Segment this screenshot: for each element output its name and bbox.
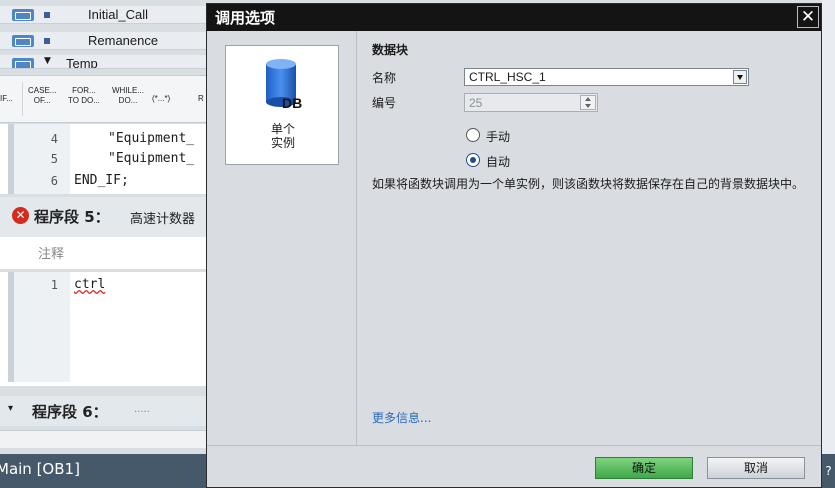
tag-icon xyxy=(12,58,34,68)
interface-row-remanence[interactable]: Remanence xyxy=(0,32,210,50)
error-icon: ✕ xyxy=(12,207,29,224)
code-editor-lower[interactable]: 1 ctrl xyxy=(0,272,210,386)
tag-icon xyxy=(12,9,34,21)
interface-row-initial-call[interactable]: Initial_Call xyxy=(0,6,210,24)
interface-row-label: Remanence xyxy=(88,33,159,48)
comment-placeholder: 注释 xyxy=(38,247,65,262)
number-label: 编号 xyxy=(372,96,397,110)
name-value: CTRL_HSC_1 xyxy=(469,70,546,84)
radio-auto-label[interactable]: 自动 xyxy=(486,153,510,170)
line-number: 1 xyxy=(50,278,58,292)
network-header-6[interactable]: ▾ 程序段 6： ..... xyxy=(0,396,210,426)
keyword-while[interactable]: WHILE... DO... xyxy=(112,86,144,106)
code-line: "Equipment_ xyxy=(108,151,195,166)
bullet-icon xyxy=(44,38,50,44)
keyword-for[interactable]: FOR... TO DO... xyxy=(68,86,100,106)
keyword-if[interactable]: IF... xyxy=(0,94,13,104)
network-name: 高速计数器 xyxy=(130,212,196,227)
interface-row-label: Temp xyxy=(66,56,98,69)
more-info-link[interactable]: 更多信息... xyxy=(372,409,431,426)
collapse-arrow-icon[interactable]: ▾ xyxy=(8,403,13,414)
radio-auto[interactable] xyxy=(466,153,480,167)
code-editor-upper[interactable]: 4 5 6 "Equipment_ "Equipment_ END_IF; xyxy=(0,124,210,194)
chevron-down-icon[interactable] xyxy=(733,70,747,84)
call-options-dialog: 调用选项 ✕ DB 单个 实例 数据块 名称 CTRL_HSC_1 编号 25 … xyxy=(206,3,822,488)
network-header-5[interactable]: ✕ 程序段 5： 高速计数器 xyxy=(0,197,210,237)
keyword-comment[interactable]: (*...*) xyxy=(152,94,170,104)
cancel-button[interactable]: 取消 xyxy=(707,457,805,479)
section-title: 数据块 xyxy=(372,43,409,57)
name-combobox[interactable]: CTRL_HSC_1 xyxy=(464,68,749,86)
network-title: 程序段 5： xyxy=(34,208,110,226)
divider xyxy=(22,82,23,116)
tag-icon xyxy=(12,35,34,47)
network-name: ..... xyxy=(134,404,150,415)
data-block-settings: 数据块 名称 CTRL_HSC_1 编号 25 手动 自动 如果将函数块调用为一… xyxy=(358,31,821,445)
name-label: 名称 xyxy=(372,71,397,85)
keyword-case[interactable]: CASE... OF... xyxy=(28,86,56,106)
database-icon: DB xyxy=(266,59,302,110)
editor-tab-bar[interactable]: Main [OB1] xyxy=(0,454,210,488)
scl-keyword-toolbar: IF... CASE... OF... FOR... TO DO... WHIL… xyxy=(0,75,210,123)
expand-arrow-icon[interactable]: ▼ xyxy=(44,56,51,66)
db-icon-text: DB xyxy=(282,95,302,110)
dialog-footer: 确定 取消 xyxy=(207,445,821,487)
network-comment[interactable]: 注释 xyxy=(0,237,210,269)
horizontal-scrollbar[interactable] xyxy=(0,430,210,448)
number-value: 25 xyxy=(469,96,483,110)
call-type-panel: DB 单个 实例 xyxy=(207,31,357,445)
ok-button[interactable]: 确定 xyxy=(595,457,693,479)
code-line: END_IF; xyxy=(74,173,129,188)
right-task-strip: ? xyxy=(822,0,835,488)
dialog-title: 调用选项 xyxy=(215,9,276,27)
interface-row-label: Initial_Call xyxy=(88,7,148,22)
description-text: 如果将函数块调用为一个单实例，则该函数块将数据保存在自己的背景数据块中。 xyxy=(372,177,805,191)
radio-manual-label[interactable]: 手动 xyxy=(486,128,510,145)
code-line: ctrl xyxy=(74,277,106,292)
help-icon[interactable]: ? xyxy=(822,454,835,488)
number-stepper: 25 xyxy=(464,93,598,112)
interface-row-temp[interactable]: ▼ Temp xyxy=(0,55,210,69)
code-line: "Equipment_ xyxy=(108,131,195,146)
close-button[interactable]: ✕ xyxy=(797,6,819,28)
spin-arrows-icon xyxy=(580,95,596,110)
line-number: 6 xyxy=(50,174,58,188)
network-title: 程序段 6： xyxy=(32,403,108,421)
dialog-titlebar[interactable]: 调用选项 ✕ xyxy=(207,4,821,31)
line-number: 4 xyxy=(50,132,58,146)
keyword-region[interactable]: R xyxy=(198,94,204,104)
single-instance-label: 单个 实例 xyxy=(270,122,295,150)
radio-manual[interactable] xyxy=(466,128,480,142)
editor-tab-label: Main [OB1] xyxy=(0,460,80,478)
bullet-icon xyxy=(44,12,50,18)
single-instance-option[interactable]: DB 单个 实例 xyxy=(225,45,339,165)
line-number: 5 xyxy=(50,152,58,166)
